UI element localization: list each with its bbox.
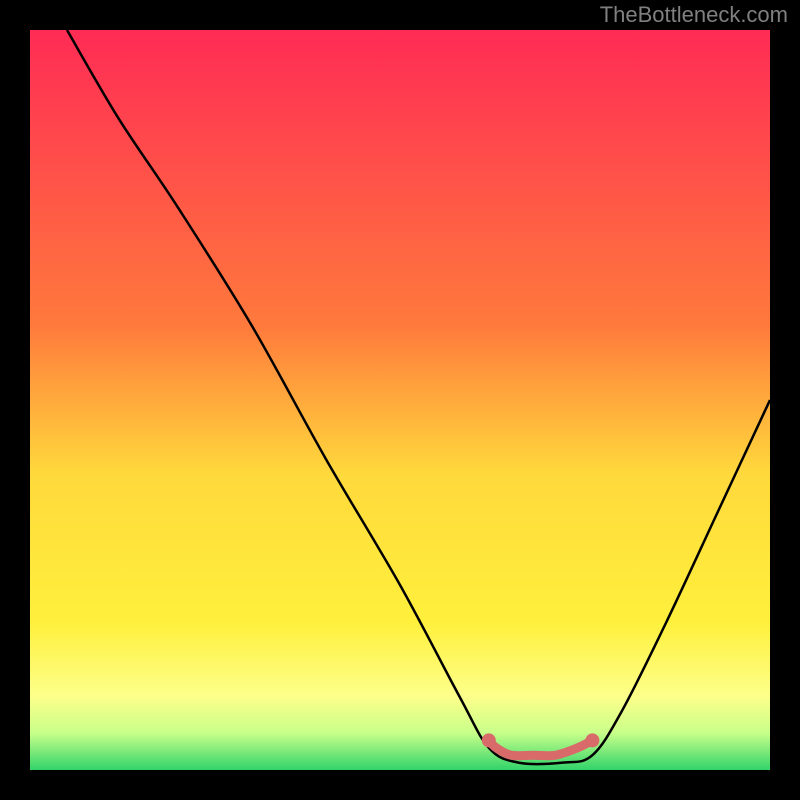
gradient-background <box>30 30 770 770</box>
chart-svg <box>30 30 770 770</box>
chart-plot-area <box>30 30 770 770</box>
highlight-endpoint-dot <box>585 733 599 747</box>
watermark-text: TheBottleneck.com <box>600 2 788 28</box>
highlight-endpoint-dot <box>482 733 496 747</box>
